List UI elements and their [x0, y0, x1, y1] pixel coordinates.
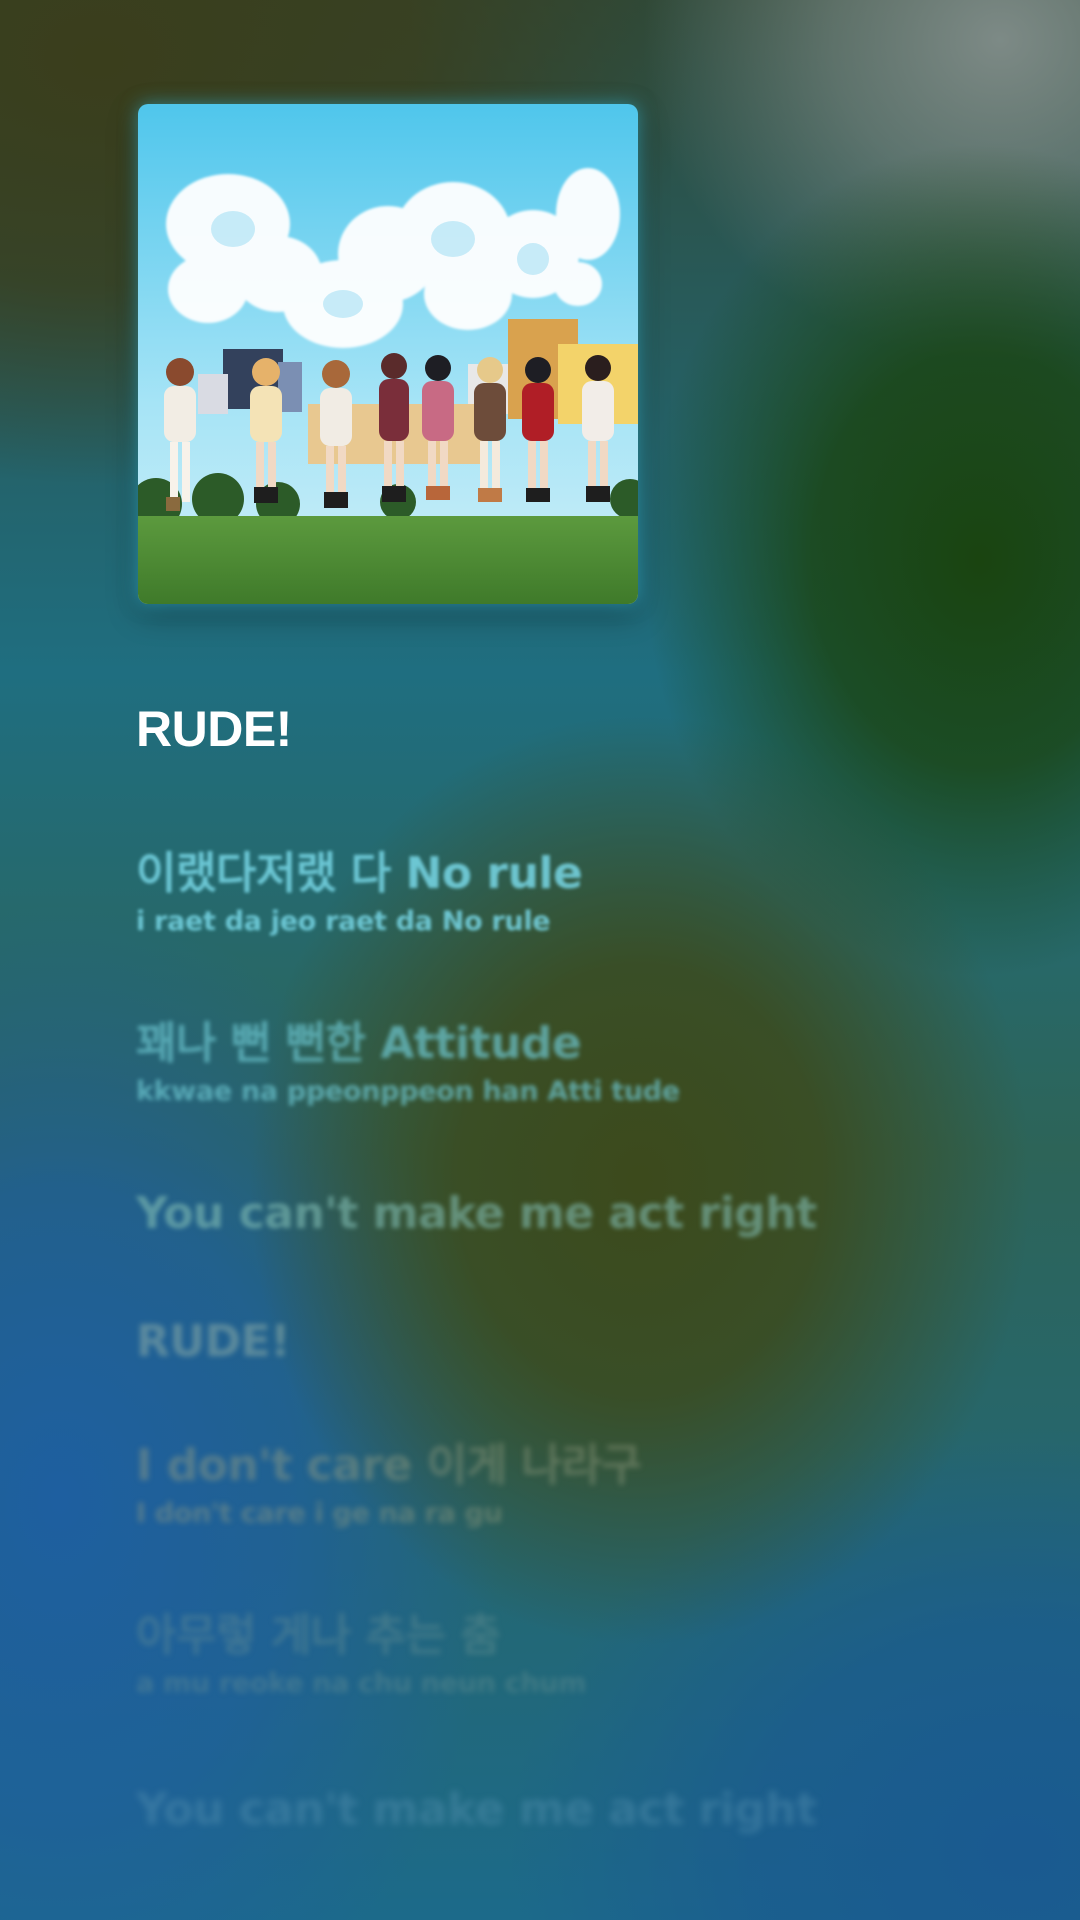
- lyric-text: You can't make me act right: [136, 1784, 817, 1835]
- lyric-text: You can't make me act right: [136, 1188, 817, 1239]
- lyric-text: 아무렇 게나 추는 춤: [136, 1610, 501, 1661]
- lyric-romanization: I don't care i ge na ra gu: [136, 1498, 503, 1530]
- lyric-text: 꽤나 뻔 뻔한 Attitude: [136, 1018, 582, 1069]
- lyric-text: I don't care 이게 나라구: [136, 1440, 642, 1491]
- album-art[interactable]: [138, 104, 638, 604]
- lyric-text: RUDE!: [136, 1316, 290, 1367]
- lyric-text: 이랬다저랬 다 No rule: [136, 848, 583, 899]
- lyric-romanization: a mu reoke na chu neun chum: [136, 1668, 587, 1700]
- lyrics-screen: RUDE! 이랬다저랬 다 No rule i raet da jeo raet…: [0, 0, 1080, 1920]
- lyric-line[interactable]: 이랬다저랬 다 No rule i raet da jeo raet da No…: [136, 848, 583, 938]
- album-cover-image: [138, 104, 638, 604]
- lyric-line[interactable]: 아무렇 게나 추는 춤 a mu reoke na chu neun chum: [136, 1610, 587, 1700]
- lyric-line[interactable]: You can't make me act right: [136, 1188, 817, 1239]
- lyric-romanization: i raet da jeo raet da No rule: [136, 906, 551, 938]
- lyric-line[interactable]: RUDE!: [136, 1316, 290, 1367]
- lyric-line[interactable]: I don't care 이게 나라구 I don't care i ge na…: [136, 1440, 642, 1530]
- lyric-line[interactable]: 꽤나 뻔 뻔한 Attitude kkwae na ppeonppeon han…: [136, 1018, 680, 1108]
- song-title: RUDE!: [136, 701, 292, 757]
- lyric-romanization: kkwae na ppeonppeon han Atti tude: [136, 1076, 680, 1108]
- lyric-line[interactable]: You can't make me act right: [136, 1784, 817, 1835]
